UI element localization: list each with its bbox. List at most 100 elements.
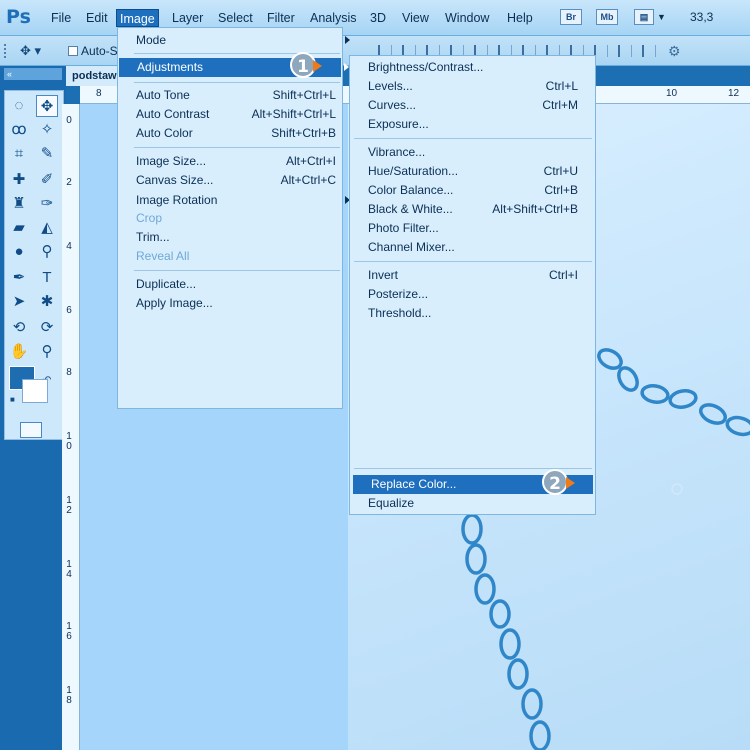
background-color-swatch[interactable] [22, 379, 48, 403]
path-selection-tool-icon[interactable]: ➤ [8, 291, 30, 313]
marquee-tool-icon[interactable]: ◌ [8, 95, 30, 117]
menu-item-crop: Crop [118, 209, 336, 228]
menu-item-equalize[interactable]: Equalize [350, 494, 578, 513]
menu-item-color-balance[interactable]: Color Balance... Ctrl+B [350, 181, 578, 200]
distribute-hcenter-icon[interactable] [618, 45, 632, 57]
minibridge-icon[interactable]: Mb [596, 9, 618, 25]
menu-item-curves[interactable]: Curves... Ctrl+M [350, 96, 578, 115]
menu-item-auto-tone[interactable]: Auto Tone Shift+Ctrl+L [118, 86, 336, 105]
menu-help[interactable]: Help [504, 9, 536, 27]
menu-item-trim[interactable]: Trim... [118, 228, 336, 247]
menu-item-invert[interactable]: Invert Ctrl+I [350, 266, 578, 285]
ruler-label: 14 [66, 559, 72, 580]
menu-separator [354, 138, 592, 139]
eraser-tool-icon[interactable]: ▰ [8, 217, 30, 239]
menu-separator [134, 270, 340, 271]
clone-stamp-tool-icon[interactable]: ♜ [8, 193, 30, 215]
menu-item-label: Image Size... [136, 154, 207, 168]
dodge-tool-icon[interactable]: ⚲ [36, 241, 58, 263]
menu-item-label: Apply Image... [136, 296, 213, 310]
menu-filter[interactable]: Filter [264, 9, 298, 27]
quick-mask-icon[interactable] [20, 422, 42, 438]
menu-3d[interactable]: 3D [367, 9, 389, 27]
menu-item-label: Crop [136, 211, 163, 225]
3d-rotate-tool-icon[interactable]: ⟲ [8, 317, 30, 339]
menu-item-shortcut: Alt+Shift+Ctrl+L [251, 107, 336, 121]
menu-item-shortcut: Ctrl+I [548, 268, 578, 282]
menu-item-photo-filter[interactable]: Photo Filter... [350, 219, 578, 238]
checkbox-box[interactable] [68, 46, 78, 56]
bridge-icon[interactable]: Br [560, 9, 582, 25]
ruler-label: 8 [96, 88, 102, 99]
move-tool-icon[interactable]: ✥ [36, 95, 58, 117]
distribute-left-icon[interactable] [594, 45, 608, 57]
menu-item-label: Curves... [368, 98, 417, 112]
menu-item-image-rotation[interactable]: Image Rotation [118, 191, 350, 210]
menu-image[interactable]: Image [116, 9, 159, 27]
menu-item-auto-contrast[interactable]: Auto Contrast Alt+Shift+Ctrl+L [118, 105, 336, 124]
menu-item-threshold[interactable]: Threshold... [350, 304, 578, 323]
ruler-label: 8 [66, 367, 72, 378]
3d-orbit-tool-icon[interactable]: ⟳ [36, 317, 58, 339]
distribute-right-icon[interactable] [642, 45, 656, 57]
menu-select[interactable]: Select [215, 9, 256, 27]
menu-window[interactable]: Window [442, 9, 492, 27]
menu-item-shortcut: Alt+Shift+Ctrl+B [492, 202, 578, 216]
brush-tool-icon[interactable]: ✐ [36, 169, 58, 191]
menu-item-posterize[interactable]: Posterize... [350, 285, 578, 304]
type-tool-icon[interactable]: T [36, 267, 58, 289]
menu-item-label: Auto Color [136, 126, 193, 140]
zoom-tool-icon[interactable]: ⚲ [36, 341, 58, 363]
menu-item-shortcut: Ctrl+L [545, 79, 578, 93]
blur-tool-icon[interactable]: ● [8, 241, 30, 263]
film-strip-icon[interactable]: ▤ [634, 9, 654, 25]
toolbox-collapse-icon[interactable]: « [4, 68, 62, 80]
lasso-tool-icon[interactable]: ꝏ [8, 119, 30, 141]
menu-item-hue-saturation[interactable]: Hue/Saturation... Ctrl+U [350, 162, 578, 181]
magic-wand-tool-icon[interactable]: ✧ [36, 119, 58, 141]
menu-item-vibrance[interactable]: Vibrance... [350, 143, 578, 162]
auto-align-icon[interactable]: ⚙ [668, 43, 681, 60]
eyedropper-tool-icon[interactable]: ✎ [36, 143, 58, 165]
grip-icon[interactable] [4, 44, 12, 58]
chevron-down-icon[interactable]: ▼ [657, 12, 666, 22]
menu-item-black-white[interactable]: Black & White... Alt+Shift+Ctrl+B [350, 200, 578, 219]
zoom-level[interactable]: 33,3 [690, 10, 713, 24]
menu-item-label: Threshold... [368, 306, 432, 320]
toolbox: « ◌ ✥ ꝏ ✧ ⌗ ✎ ✚ ✐ ♜ ✑ ▰ ◭ ● ⚲ ✒ T ➤ ✱ ⟲ … [0, 66, 66, 750]
shape-tool-icon[interactable]: ✱ [36, 291, 58, 313]
menu-item-canvas-size[interactable]: Canvas Size... Alt+Ctrl+C [118, 171, 336, 190]
menu-item-apply-image[interactable]: Apply Image... [118, 294, 336, 313]
menu-item-label: Color Balance... [368, 183, 454, 197]
menu-file[interactable]: File [48, 9, 74, 27]
menu-item-brightness-contrast[interactable]: Brightness/Contrast... [350, 58, 578, 77]
menu-analysis[interactable]: Analysis [307, 9, 360, 27]
menu-item-shortcut: Alt+Ctrl+C [280, 173, 336, 187]
hand-tool-icon[interactable]: ✋ [8, 341, 30, 363]
menu-item-mode[interactable]: Mode [118, 31, 350, 50]
menu-item-shortcut: Shift+Ctrl+B [271, 126, 336, 140]
menu-item-levels[interactable]: Levels... Ctrl+L [350, 77, 578, 96]
menu-item-duplicate[interactable]: Duplicate... [118, 275, 336, 294]
pen-tool-icon[interactable]: ✒ [8, 267, 30, 289]
move-tool-preset-icon[interactable]: ✥ ▾ [20, 43, 41, 59]
menu-item-reveal-all: Reveal All [118, 247, 336, 266]
menu-item-label: Trim... [136, 230, 170, 244]
paint-bucket-tool-icon[interactable]: ◭ [36, 217, 58, 239]
history-brush-tool-icon[interactable]: ✑ [36, 193, 58, 215]
menu-item-auto-color[interactable]: Auto Color Shift+Ctrl+B [118, 124, 336, 143]
menu-item-label: Auto Tone [136, 88, 190, 102]
menu-layer[interactable]: Layer [169, 9, 206, 27]
menu-item-channel-mixer[interactable]: Channel Mixer... [350, 238, 578, 257]
crop-tool-icon[interactable]: ⌗ [8, 143, 30, 165]
menu-view[interactable]: View [399, 9, 432, 27]
menu-item-exposure[interactable]: Exposure... [350, 115, 578, 134]
menu-item-label: Reveal All [136, 249, 190, 263]
default-colors-icon[interactable]: ■ [10, 395, 15, 404]
menu-bar: Ps File Edit Image Layer Select Filter A… [0, 0, 750, 36]
menu-item-image-size[interactable]: Image Size... Alt+Ctrl+I [118, 152, 336, 171]
healing-brush-tool-icon[interactable]: ✚ [8, 169, 30, 191]
auto-select-checkbox[interactable]: Auto-Se [68, 44, 124, 58]
menu-edit[interactable]: Edit [83, 9, 111, 27]
menu-item-shortcut: Ctrl+M [542, 98, 578, 112]
